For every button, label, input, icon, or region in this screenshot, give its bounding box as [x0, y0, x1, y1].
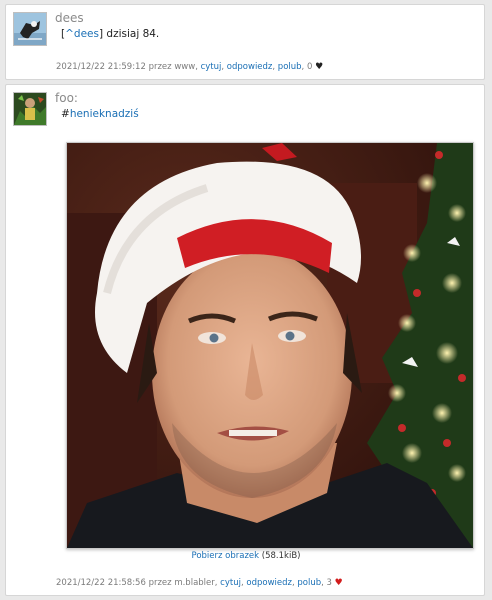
- quote-link[interactable]: cytuj: [220, 578, 241, 588]
- reply-link[interactable]: odpowiedz: [246, 578, 292, 588]
- post-body: #henieknadziś: [61, 108, 139, 120]
- post-meta: 2021/12/22 21:59:12 przez www, cytuj, od…: [56, 62, 324, 72]
- post-author[interactable]: dees: [55, 11, 84, 25]
- like-count: 0: [306, 62, 313, 72]
- like-link[interactable]: polub: [297, 578, 321, 588]
- heart-icon: ♥: [334, 578, 343, 588]
- post-foo: foo: #henieknadziś Pobierz obrazek (58.1…: [5, 84, 485, 596]
- user-mention-link[interactable]: ^dees: [65, 28, 99, 40]
- photo-santa-hat-portrait: [67, 143, 473, 548]
- post-author[interactable]: foo:: [55, 91, 78, 105]
- meta-by: przez: [148, 578, 172, 588]
- post-meta: 2021/12/22 21:58:56 przez m.blabler, cyt…: [56, 578, 343, 588]
- avatar-foo[interactable]: [13, 92, 47, 126]
- quote-link[interactable]: cytuj: [201, 62, 222, 72]
- post-datetime: 2021/12/22 21:58:56: [56, 578, 146, 588]
- hash-symbol: #: [61, 108, 70, 120]
- post-dees: dees [^dees] dzisiaj 84. 2021/12/22 21:5…: [5, 4, 485, 80]
- download-image-link[interactable]: Pobierz obrazek: [192, 551, 260, 561]
- reply-link[interactable]: odpowiedz: [227, 62, 273, 72]
- post-body: [^dees] dzisiaj 84.: [61, 28, 159, 40]
- post-datetime: 2021/12/22 21:59:12: [56, 62, 146, 72]
- meta-by: przez: [148, 62, 172, 72]
- meta-user: www: [174, 62, 196, 72]
- avatar-foo-image: [14, 93, 46, 125]
- body-text: ] dzisiaj 84.: [98, 28, 160, 40]
- heart-icon: ♥: [315, 62, 324, 72]
- avatar-dees[interactable]: [13, 12, 47, 46]
- hashtag-link[interactable]: henieknadziś: [70, 108, 139, 120]
- meta-user: m.blabler: [174, 578, 215, 588]
- post-image[interactable]: [66, 142, 474, 549]
- avatar-dees-image: [14, 13, 46, 45]
- image-size: (58.1kiB): [261, 551, 301, 561]
- like-count: 3: [326, 578, 332, 588]
- like-link[interactable]: polub: [278, 62, 302, 72]
- image-caption: Pobierz obrazek (58.1kiB): [6, 551, 486, 561]
